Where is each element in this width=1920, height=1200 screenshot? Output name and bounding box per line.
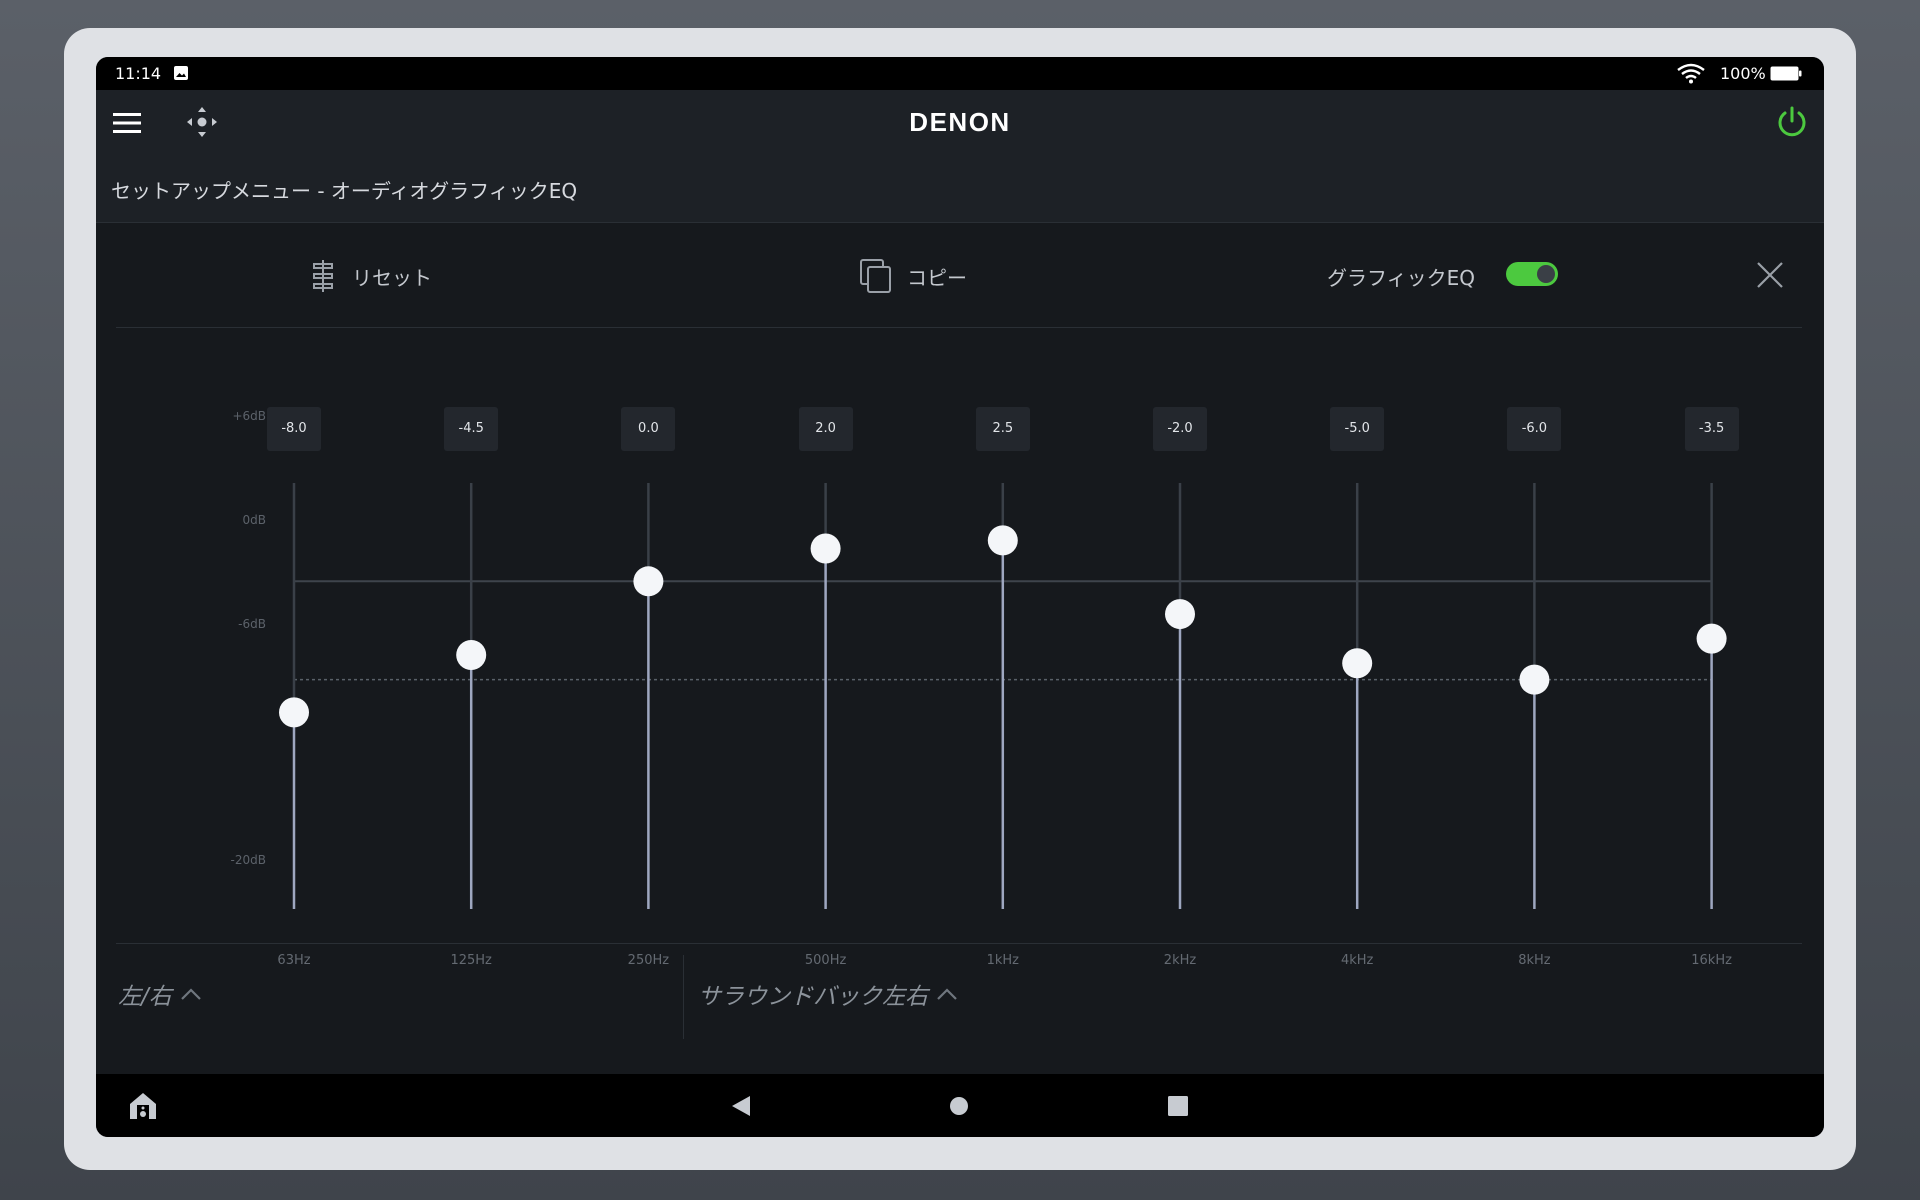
graphic-eq-label: グラフィックEQ bbox=[1327, 223, 1475, 329]
breadcrumb: セットアップメニュー - オーディオグラフィックEQ bbox=[96, 156, 1824, 223]
graphic-eq-panel: +6dB 0dB -6dB -20dB -8.0 63Hz -4.5 125Hz 0.0… bbox=[96, 347, 1824, 987]
channel-surround-back-label: サラウンドバック左右 bbox=[698, 984, 928, 1010]
device-screen: 11:14 100% DENON セットアップメニュー - オーディオグラフィッ… bbox=[96, 57, 1824, 1137]
db-label-0: 0dB bbox=[242, 513, 266, 527]
channel-left-right[interactable]: 左/右 bbox=[118, 944, 202, 1044]
chevron-up-icon bbox=[937, 988, 957, 1000]
copy-label: コピー bbox=[907, 265, 967, 290]
slider-knob-63hz[interactable] bbox=[279, 697, 309, 728]
power-icon[interactable] bbox=[1774, 104, 1810, 140]
band-value-4khz: -5.0 bbox=[1330, 407, 1385, 451]
toggle-knob bbox=[1537, 265, 1555, 283]
page-title: セットアップメニュー - オーディオグラフィックEQ bbox=[111, 179, 578, 203]
recents-icon[interactable] bbox=[1168, 1096, 1188, 1116]
battery-icon bbox=[1770, 66, 1802, 81]
channel-separator bbox=[683, 955, 684, 1039]
home-speaker-icon[interactable] bbox=[128, 1091, 158, 1121]
slider-knob-125hz[interactable] bbox=[456, 640, 487, 671]
reset-button[interactable]: リセット bbox=[308, 223, 432, 329]
status-bar: 11:14 100% bbox=[96, 57, 1824, 90]
band-value-2khz: -2.0 bbox=[1153, 407, 1207, 451]
graphic-eq-toggle[interactable] bbox=[1506, 262, 1558, 286]
home-icon[interactable] bbox=[949, 1096, 969, 1116]
eq-toolbar: リセット コピー グラフィックEQ bbox=[96, 223, 1824, 329]
close-icon[interactable] bbox=[1755, 260, 1785, 290]
slider-knob-250hz[interactable] bbox=[633, 566, 664, 597]
android-nav-bar bbox=[96, 1074, 1824, 1137]
chevron-up-icon bbox=[180, 988, 201, 1000]
band-value-16khz: -3.5 bbox=[1684, 407, 1739, 451]
slider-knob-1khz[interactable] bbox=[987, 525, 1018, 556]
band-value-1khz: 2.5 bbox=[975, 407, 1030, 451]
slider-knob-2khz[interactable] bbox=[1165, 599, 1195, 630]
slider-knob-16khz[interactable] bbox=[1696, 623, 1727, 654]
graphic-eq-text: グラフィックEQ bbox=[1327, 265, 1475, 290]
db-label-minus6: -6dB bbox=[238, 617, 266, 631]
gallery-icon bbox=[174, 66, 188, 80]
band-value-250hz: 0.0 bbox=[621, 407, 676, 451]
db-label-plus6: +6dB bbox=[232, 409, 266, 423]
back-icon[interactable] bbox=[730, 1095, 752, 1117]
slider-knob-4khz[interactable] bbox=[1342, 648, 1373, 679]
channel-section: 左/右 サラウンドバック左右 bbox=[96, 944, 1824, 1064]
reset-sliders-icon bbox=[313, 260, 333, 292]
status-time: 11:14 bbox=[115, 64, 162, 83]
band-value-125hz: -4.5 bbox=[444, 407, 499, 451]
eq-slider-graphic bbox=[279, 483, 1727, 909]
app-bar: DENON bbox=[96, 90, 1824, 157]
copy-button[interactable]: コピー bbox=[859, 223, 967, 329]
channel-surround-back[interactable]: サラウンドバック左右 bbox=[698, 944, 958, 1044]
band-value-8khz: -6.0 bbox=[1507, 407, 1562, 451]
toolbar-divider bbox=[116, 327, 1802, 328]
wifi-icon bbox=[1677, 63, 1705, 84]
slider-knob-8khz[interactable] bbox=[1519, 664, 1550, 695]
db-label-minus20: -20dB bbox=[230, 853, 266, 867]
channel-left-right-label: 左/右 bbox=[118, 984, 172, 1010]
reset-label: リセット bbox=[352, 265, 432, 290]
slider-knob-500hz[interactable] bbox=[810, 533, 841, 564]
brand-logo: DENON bbox=[909, 107, 1011, 137]
copy-icon bbox=[860, 259, 891, 293]
band-value-500hz: 2.0 bbox=[798, 407, 853, 451]
band-value-63hz: -8.0 bbox=[267, 407, 321, 451]
battery-percent: 100% bbox=[1720, 64, 1766, 83]
